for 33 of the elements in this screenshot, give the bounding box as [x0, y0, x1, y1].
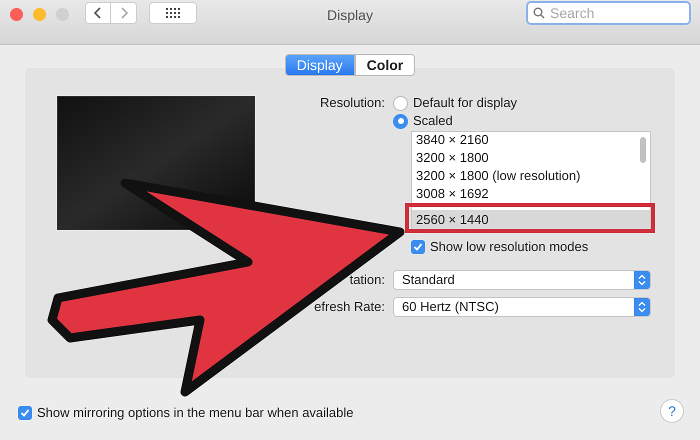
checkbox-label: Show mirroring options in the menu bar when available: [37, 404, 354, 422]
scrollbar-thumb[interactable]: [640, 137, 646, 163]
checkbox[interactable]: [411, 240, 425, 254]
back-button[interactable]: [85, 2, 111, 24]
dropdown-value: Standard: [402, 270, 455, 288]
list-item[interactable]: 3008 × 1692: [412, 185, 650, 203]
dropdown-value: 60 Hertz (NTSC): [402, 298, 499, 316]
chevron-left-icon: [94, 7, 102, 19]
resolution-label: Resolution:: [318, 94, 385, 112]
dropdown[interactable]: Standard: [393, 270, 651, 290]
list-item[interactable]: 2560 × 1440: [412, 210, 650, 230]
search-icon: [533, 7, 545, 19]
stepper-icon: [634, 270, 650, 288]
tab[interactable]: Color: [354, 54, 416, 76]
window-title: Display: [326, 6, 374, 25]
rotation-label: tation:: [348, 270, 385, 288]
radio-label: Default for display: [413, 94, 518, 112]
search-field[interactable]: Search: [526, 1, 691, 25]
help-button[interactable]: ?: [660, 399, 684, 423]
checkbox[interactable]: [18, 406, 32, 420]
list-item[interactable]: 3200 × 1800: [412, 149, 650, 167]
show-all-button[interactable]: [149, 2, 197, 24]
checkbox-label: Show low resolution modes: [430, 238, 588, 256]
radio-label: Scaled: [413, 112, 453, 130]
refresh-rate-label: efresh Rate:: [313, 298, 385, 316]
chevron-right-icon: [120, 7, 128, 19]
dropdown[interactable]: 60 Hertz (NTSC): [393, 296, 651, 316]
grid-icon: [166, 8, 180, 18]
list-item[interactable]: 3200 × 1800 (low resolution): [412, 167, 650, 185]
minimize-button[interactable]: [33, 8, 46, 21]
close-button[interactable]: [10, 8, 23, 21]
list-item[interactable]: 3840 × 2160: [412, 132, 650, 149]
stepper-icon: [634, 298, 650, 316]
